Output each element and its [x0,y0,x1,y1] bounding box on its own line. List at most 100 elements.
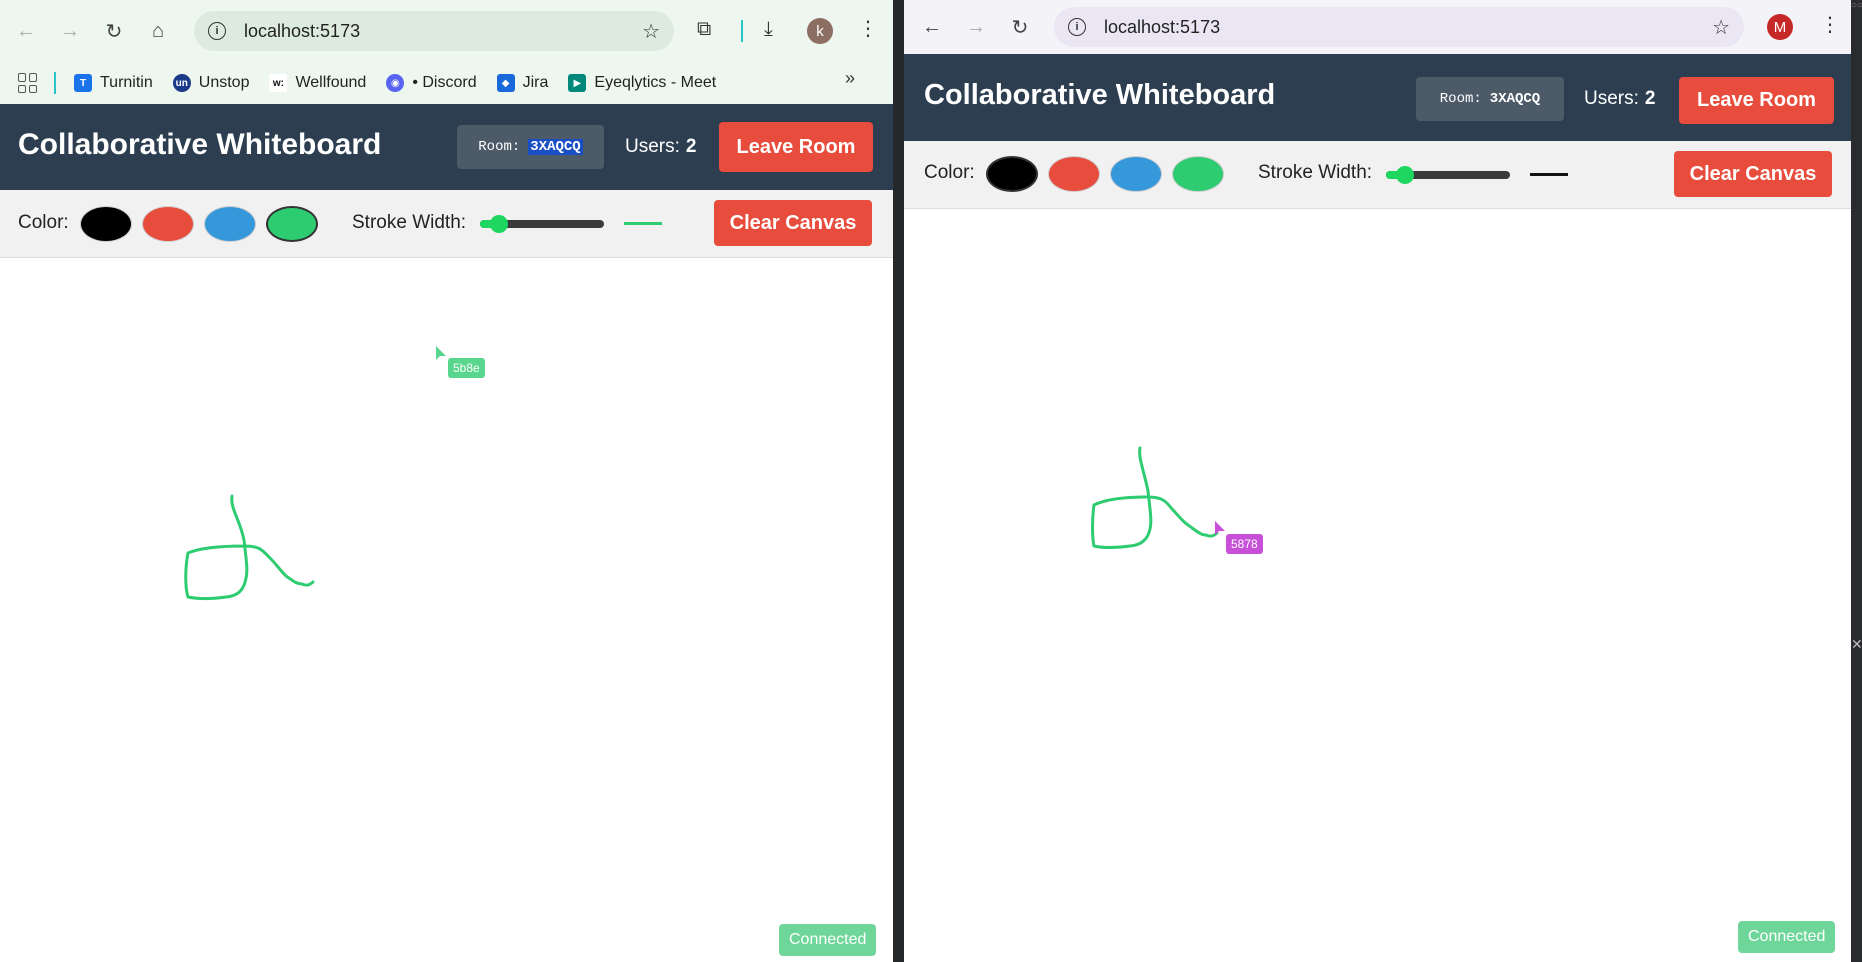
clear-canvas-button[interactable]: Clear Canvas [1674,151,1832,197]
jira-icon: ◆ [496,74,515,92]
remote-cursor-label: 5878 [1226,534,1263,554]
desktop-edge: ○○ ✕ [1851,0,1862,962]
toolbar-separator [741,20,743,42]
room-label: Room: [478,139,521,155]
bookmark-label: Wellfound [295,74,367,91]
more-bookmarks-icon[interactable]: » [845,68,855,89]
bookmarks-bar: T Turnitin un Unstop w: Wellfound ◉ • Discor… [0,62,893,104]
address-bar[interactable]: i localhost:5173 ☆ [1054,7,1744,47]
color-swatch-blue[interactable] [204,206,256,242]
apps-grid-icon[interactable] [18,73,38,93]
remote-cursor-arrow [436,346,446,360]
page-title: Collaborative Whiteboard [18,128,382,161]
url-text: localhost:5173 [244,20,361,41]
users-count: Users: 2 [625,136,696,158]
kebab-menu-icon[interactable]: ⋮ [858,16,878,41]
toolbar-controls: Color: Stroke Width: Clear Canvas [0,190,893,258]
color-swatch-black[interactable] [986,156,1038,192]
color-label: Color: [924,162,975,183]
bookmark-unstop[interactable]: un Unstop [172,74,250,92]
stroke-width-label: Stroke Width: [352,212,467,233]
bookmark-star-icon[interactable]: ☆ [1712,15,1730,40]
browser-chrome: ← → ↻ ⌂ i localhost:5173 ☆ ⧉ ⤓ k ⋮ T Turn… [0,0,893,104]
users-count: Users: 2 [1584,88,1655,110]
bookmark-discord[interactable]: ◉ • Discord [386,74,477,92]
users-number: 2 [685,136,697,157]
bookmark-label: • Discord [412,74,477,91]
remote-cursor-label: 5b8e [448,358,485,378]
bookmark-star-icon[interactable]: ☆ [642,19,660,44]
browser-window-left: ← → ↻ ⌂ i localhost:5173 ☆ ⧉ ⤓ k ⋮ T Turn… [0,0,893,962]
address-bar[interactable]: i localhost:5173 ☆ [194,11,674,51]
bookmark-label: Unstop [198,74,250,91]
back-icon[interactable]: ← [910,9,954,45]
connection-status: Connected [1738,921,1836,953]
color-swatch-blue[interactable] [1110,156,1162,192]
site-info-icon[interactable]: i [1068,18,1086,36]
window-controls-icon: ○○ [1851,0,1862,11]
forward-icon[interactable]: → [48,13,92,49]
reload-icon[interactable]: ↻ [998,9,1042,45]
slider-thumb[interactable] [1395,166,1414,184]
users-label: Users: [1584,88,1639,109]
remote-cursor-arrow [1215,521,1225,535]
close-icon[interactable]: ✕ [1851,636,1862,653]
wellfound-icon: w: [269,74,288,92]
meet-icon: ▶ [568,74,587,92]
bookmark-label: Eyeqlytics - Meet [594,74,717,91]
app-header: Collaborative Whiteboard Room: 3XAQCQ Us… [0,104,893,190]
leave-room-button[interactable]: Leave Room [719,122,873,172]
profile-avatar[interactable]: M [1767,14,1793,40]
back-icon[interactable]: ← [4,13,48,49]
toolbar-controls: Color: Stroke Width: Clear Canvas [904,141,1851,209]
whiteboard-canvas[interactable]: 5878 Connected [904,209,1851,962]
users-label: Users: [625,136,680,157]
drawing-layer [1091,446,1225,549]
color-swatch-black[interactable] [80,206,132,242]
bookmark-label: Jira [522,74,549,91]
color-swatch-green[interactable] [1172,156,1224,192]
browser-toolbar: ← → ↻ i localhost:5173 ☆ M ⋮ [904,0,1851,54]
slider-thumb[interactable] [489,215,508,233]
page-title: Collaborative Whiteboard [924,79,1276,111]
bookmark-turnitin[interactable]: T Turnitin [74,74,153,92]
reload-icon[interactable]: ↻ [92,13,136,49]
green-stroke [184,494,315,600]
stroke-preview [1530,173,1568,176]
stroke-preview [624,222,662,225]
browser-chrome: ← → ↻ i localhost:5173 ☆ M ⋮ [904,0,1851,54]
url-text: localhost:5173 [1104,16,1221,37]
profile-avatar[interactable]: k [807,18,833,44]
clear-canvas-button[interactable]: Clear Canvas [714,200,872,246]
users-number: 2 [1644,88,1656,109]
stroke-width-slider[interactable] [480,215,604,233]
browser-window-right: ← → ↻ i localhost:5173 ☆ M ⋮ Collaborati… [904,0,1851,962]
green-stroke [1091,446,1219,549]
connection-status: Connected [779,924,877,956]
window-divider [893,0,904,962]
bookmark-meet[interactable]: ▶ Eyeqlytics - Meet [568,74,716,92]
extensions-icon[interactable]: ⧉ [697,18,711,41]
home-icon[interactable]: ⌂ [136,13,180,49]
forward-icon[interactable]: → [954,9,998,45]
color-swatch-red[interactable] [142,206,194,242]
bookmark-wellfound[interactable]: w: Wellfound [269,74,366,92]
room-badge: Room: 3XAQCQ [1416,77,1564,121]
color-swatch-green[interactable] [266,206,318,242]
turnitin-icon: T [74,74,92,92]
stroke-width-slider[interactable] [1386,166,1510,184]
unstop-icon: un [172,74,191,92]
kebab-menu-icon[interactable]: ⋮ [1820,12,1840,37]
stroke-width-label: Stroke Width: [1258,162,1373,183]
download-icon[interactable]: ⤓ [764,18,773,41]
bookmarks-separator [54,72,56,94]
color-label: Color: [18,212,69,233]
browser-toolbar: ← → ↻ ⌂ i localhost:5173 ☆ ⧉ ⤓ k ⋮ [0,0,893,62]
whiteboard-canvas[interactable]: 5b8e Connected [0,258,893,962]
leave-room-button[interactable]: Leave Room [1679,77,1834,124]
room-code: 3XAQCQ [1489,91,1541,107]
color-swatch-red[interactable] [1048,156,1100,192]
bookmark-jira[interactable]: ◆ Jira [496,74,549,92]
site-info-icon[interactable]: i [208,22,226,40]
room-label: Room: [1439,91,1482,107]
